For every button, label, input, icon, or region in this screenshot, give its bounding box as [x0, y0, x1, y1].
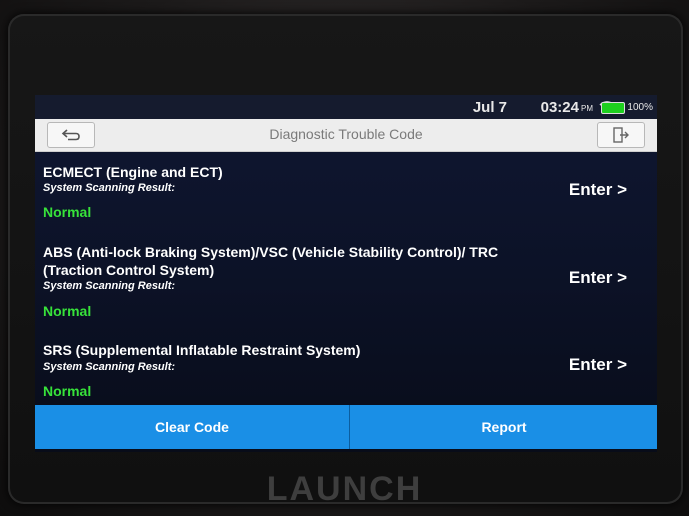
status-ampm: PM	[581, 104, 593, 113]
system-name: SRS (Supplemental Inflatable Restraint S…	[43, 342, 361, 358]
system-name: ABS (Anti-lock Braking System)/VSC (Vehi…	[43, 244, 499, 278]
title-bar: Diagnostic Trouble Code	[35, 119, 657, 152]
clear-code-button[interactable]: Clear Code	[35, 405, 350, 449]
launch-logo: LAUNCH	[266, 470, 423, 508]
enter-button[interactable]: Enter >	[569, 268, 627, 288]
system-status: Normal	[43, 303, 92, 319]
system-status: Normal	[43, 204, 92, 220]
status-time: 03:24	[540, 99, 579, 116]
system-status: Normal	[43, 383, 92, 399]
status-date: Jul 7	[472, 99, 507, 116]
exit-button[interactable]	[597, 122, 645, 148]
system-scan-label: System Scanning Result:	[43, 182, 176, 194]
enter-button[interactable]: Enter >	[569, 180, 627, 200]
screen: Jul 7 03:24 PM 100% Diagnostic Trouble C…	[35, 95, 657, 452]
system-item-srs: SRS (Supplemental Inflatable Restraint S…	[35, 341, 657, 401]
battery-icon	[601, 102, 625, 114]
bottom-action-bar: Clear Code Report	[35, 405, 657, 449]
report-button[interactable]: Report	[351, 405, 657, 449]
page-title: Diagnostic Trouble Code	[269, 126, 423, 142]
exit-icon	[613, 127, 629, 143]
system-scan-label: System Scanning Result:	[43, 361, 176, 373]
system-name: ECMECT (Engine and ECT)	[43, 164, 223, 180]
battery-percent: 100%	[627, 102, 653, 113]
system-scan-label: System Scanning Result:	[43, 280, 176, 292]
system-item-abs: ABS (Anti-lock Braking System)/VSC (Vehi…	[35, 243, 657, 333]
system-item-ecmect: ECMECT (Engine and ECT) System Scanning …	[35, 163, 657, 223]
status-bar: Jul 7 03:24 PM 100%	[35, 95, 657, 119]
enter-button[interactable]: Enter >	[569, 355, 627, 375]
